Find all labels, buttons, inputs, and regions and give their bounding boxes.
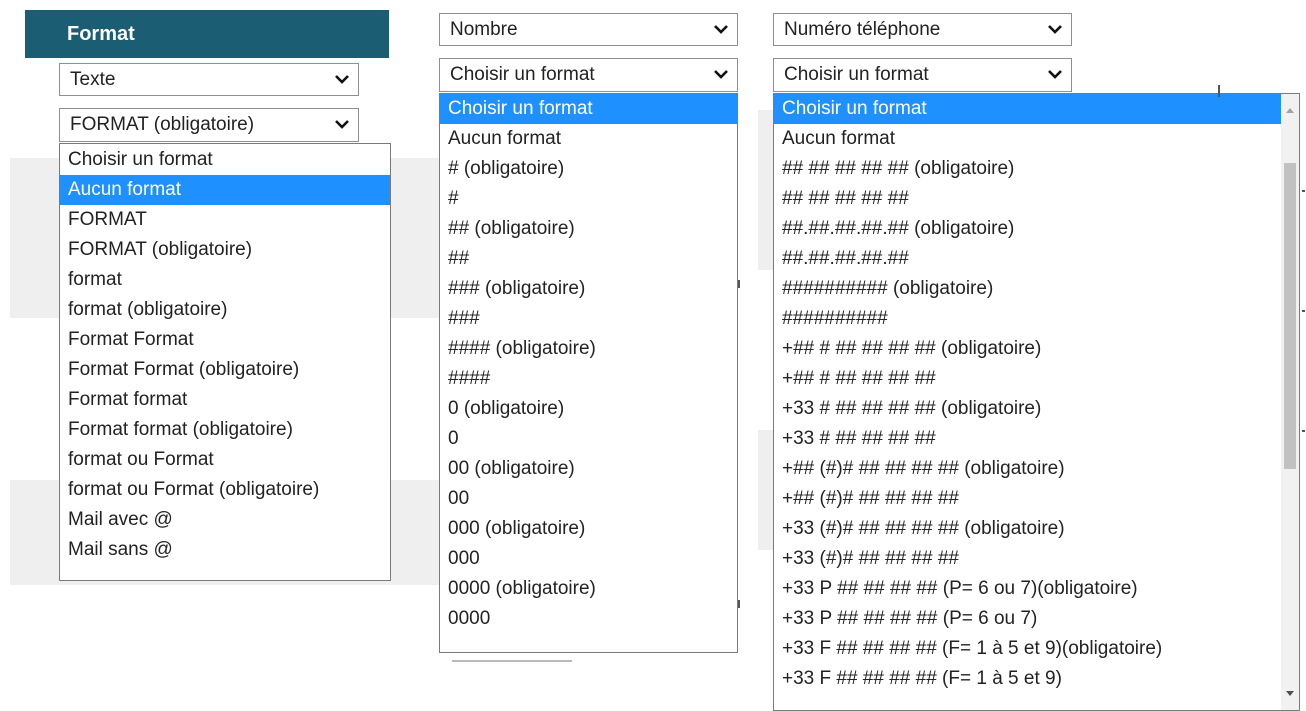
chevron-down-icon <box>335 120 349 129</box>
list-option[interactable]: 0 (obligatoire) <box>440 394 737 424</box>
format-select-col1[interactable]: FORMAT (obligatoire) <box>59 108 359 142</box>
scrollbar[interactable] <box>1281 94 1299 710</box>
list-option[interactable]: +33 P ## ## ## ## (P= 6 ou 7) <box>774 604 1281 634</box>
type-select-col2[interactable]: Nombre <box>439 13 738 46</box>
list-option[interactable]: Choisir un format <box>60 145 390 175</box>
list-option[interactable]: FORMAT (obligatoire) <box>60 235 390 265</box>
edge-mark <box>1218 85 1220 97</box>
list-option[interactable]: Choisir un format <box>774 94 1281 124</box>
arrow-down-icon[interactable] <box>1286 691 1294 696</box>
edge-mark <box>738 600 740 608</box>
edge-mark <box>1302 190 1305 192</box>
format-select-value: Choisir un format <box>450 64 595 85</box>
list-option[interactable]: Format format (obligatoire) <box>60 415 390 445</box>
edge-mark <box>1302 310 1305 312</box>
list-option[interactable]: format ou Format <box>60 445 390 475</box>
header-title: Format <box>67 23 135 45</box>
list-option[interactable]: 00 <box>440 484 737 514</box>
chevron-down-icon <box>1048 25 1062 34</box>
list-option[interactable]: format (obligatoire) <box>60 295 390 325</box>
list-option[interactable]: ##.##.##.##.## <box>774 244 1281 274</box>
list-option[interactable]: Aucun format <box>60 175 390 205</box>
list-option[interactable]: Aucun format <box>440 124 737 154</box>
type-select-value: Numéro téléphone <box>784 19 941 40</box>
edge-mark <box>1302 430 1305 432</box>
list-option[interactable]: Choisir un format <box>440 94 737 124</box>
type-select-value: Nombre <box>450 19 518 40</box>
list-option[interactable]: 0000 (obligatoire) <box>440 574 737 604</box>
list-option[interactable]: ### <box>440 304 737 334</box>
list-option[interactable]: +## # ## ## ## ## <box>774 364 1281 394</box>
format-header: Format <box>25 10 389 58</box>
list-option[interactable]: ## ## ## ## ## <box>774 184 1281 214</box>
list-option[interactable]: Format Format (obligatoire) <box>60 355 390 385</box>
list-option[interactable]: 000 <box>440 544 737 574</box>
chevron-down-icon <box>335 75 349 84</box>
list-option[interactable]: ########## (obligatoire) <box>774 274 1281 304</box>
list-option[interactable]: ## <box>440 244 737 274</box>
chevron-down-icon <box>714 70 728 79</box>
list-option[interactable]: format <box>60 265 390 295</box>
format-options-list-col1[interactable]: Choisir un format Aucun format FORMAT FORMA… <box>59 143 391 581</box>
list-option[interactable]: Aucun format <box>774 124 1281 154</box>
list-option[interactable]: FORMAT <box>60 205 390 235</box>
list-option[interactable]: ## (obligatoire) <box>440 214 737 244</box>
list-option[interactable]: +## (#)# ## ## ## ## (obligatoire) <box>774 454 1281 484</box>
list-option[interactable]: # <box>440 184 737 214</box>
list-option[interactable]: ### (obligatoire) <box>440 274 737 304</box>
format-select-col2[interactable]: Choisir un format <box>439 58 738 92</box>
type-select-value: Texte <box>70 69 116 90</box>
list-option[interactable]: # (obligatoire) <box>440 154 737 184</box>
list-option[interactable]: 0 <box>440 424 737 454</box>
list-option[interactable]: +## # ## ## ## ## (obligatoire) <box>774 334 1281 364</box>
edge-mark <box>738 280 740 288</box>
list-option[interactable]: +## (#)# ## ## ## ## <box>774 484 1281 514</box>
format-options-list-col2[interactable]: Choisir un format Aucun format # (obligato… <box>439 93 738 653</box>
list-option[interactable]: Format format <box>60 385 390 415</box>
list-option[interactable]: #### <box>440 364 737 394</box>
list-option[interactable]: +33 # ## ## ## ## (obligatoire) <box>774 394 1281 424</box>
chevron-down-icon <box>1048 70 1062 79</box>
type-select-col1[interactable]: Texte <box>59 63 359 96</box>
list-option[interactable]: Mail sans @ <box>60 535 390 565</box>
cut-off-text-fragment <box>452 660 572 662</box>
arrow-up-icon[interactable] <box>1286 108 1294 113</box>
list-option[interactable]: Format Format <box>60 325 390 355</box>
scrollbar-thumb[interactable] <box>1284 162 1296 469</box>
list-option[interactable]: +33 F ## ## ## ## (F= 1 à 5 et 9) <box>774 664 1281 694</box>
list-option[interactable]: ########## <box>774 304 1281 334</box>
list-option[interactable]: Mail avec @ <box>60 505 390 535</box>
type-select-col3[interactable]: Numéro téléphone <box>773 13 1072 46</box>
list-option[interactable]: +33 (#)# ## ## ## ## (obligatoire) <box>774 514 1281 544</box>
chevron-down-icon <box>714 25 728 34</box>
format-options-list-col3[interactable]: Choisir un format Aucun format ## ## ## ##… <box>773 93 1300 711</box>
list-option[interactable]: 00 (obligatoire) <box>440 454 737 484</box>
list-option[interactable]: +33 (#)# ## ## ## ## <box>774 544 1281 574</box>
list-option[interactable]: +33 # ## ## ## ## <box>774 424 1281 454</box>
list-option[interactable]: +33 P ## ## ## ## (P= 6 ou 7)(obligatoir… <box>774 574 1281 604</box>
list-option[interactable]: ## ## ## ## ## (obligatoire) <box>774 154 1281 184</box>
list-option[interactable]: #### (obligatoire) <box>440 334 737 364</box>
format-select-col3[interactable]: Choisir un format <box>773 58 1072 92</box>
list-option[interactable]: ##.##.##.##.## (obligatoire) <box>774 214 1281 244</box>
format-select-value: FORMAT (obligatoire) <box>70 114 255 135</box>
list-option[interactable]: 000 (obligatoire) <box>440 514 737 544</box>
list-option[interactable]: 0000 <box>440 604 737 634</box>
list-option[interactable]: format ou Format (obligatoire) <box>60 475 390 505</box>
format-select-value: Choisir un format <box>784 64 929 85</box>
list-option[interactable]: +33 F ## ## ## ## (F= 1 à 5 et 9)(obliga… <box>774 634 1281 664</box>
